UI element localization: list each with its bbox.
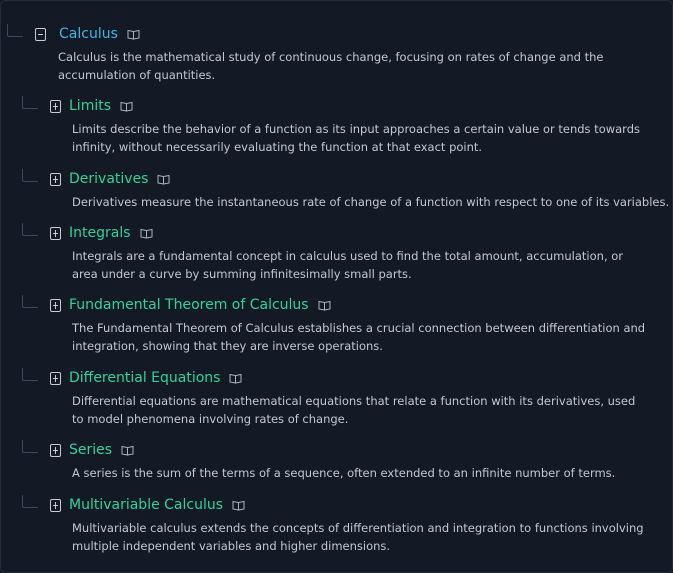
- tree-connector: [22, 439, 38, 453]
- node-description: A series is the sum of the terms of a se…: [72, 466, 616, 480]
- node-title[interactable]: Series: [69, 442, 112, 458]
- tree-node-calculus: Calculus Calculus is the mathematical st…: [7, 23, 647, 84]
- tree-connector: [7, 23, 23, 37]
- node-description: Differential equations are mathematical …: [72, 394, 636, 426]
- tree-connector: [22, 494, 38, 508]
- expand-icon[interactable]: [50, 443, 61, 457]
- expand-icon[interactable]: [50, 498, 61, 512]
- expand-icon[interactable]: [50, 298, 61, 312]
- tree-panel: Calculus Calculus is the mathematical st…: [0, 0, 673, 573]
- node-description: Calculus is the mathematical study of co…: [58, 50, 604, 82]
- tree-node-series: Series A series is the sum of the terms …: [22, 439, 662, 482]
- node-title[interactable]: Differential Equations: [69, 370, 220, 386]
- expand-icon[interactable]: [50, 99, 61, 113]
- node-title[interactable]: Derivatives: [69, 171, 148, 187]
- open-book-icon[interactable]: [157, 174, 170, 185]
- tree-connector: [22, 222, 38, 236]
- tree-node-differential-equations: Differential Equations Differential equa…: [22, 367, 662, 428]
- node-title[interactable]: Multivariable Calculus: [69, 497, 223, 513]
- node-description: Derivatives measure the instantaneous ra…: [72, 195, 670, 209]
- node-title[interactable]: Calculus: [59, 26, 118, 42]
- tree-connector: [22, 168, 38, 182]
- tree-connector: [22, 367, 38, 381]
- open-book-icon[interactable]: [229, 373, 242, 384]
- open-book-icon[interactable]: [121, 445, 134, 456]
- node-description: Multivariable calculus extends the conce…: [72, 521, 644, 553]
- expand-icon[interactable]: [50, 226, 61, 240]
- node-description: The Fundamental Theorem of Calculus esta…: [72, 321, 646, 353]
- open-book-icon[interactable]: [318, 300, 331, 311]
- tree-node-derivatives: Derivatives Derivatives measure the inst…: [22, 168, 669, 211]
- open-book-icon[interactable]: [140, 228, 153, 239]
- node-title[interactable]: Fundamental Theorem of Calculus: [69, 297, 309, 313]
- tree-connector: [22, 294, 38, 308]
- open-book-icon[interactable]: [120, 101, 133, 112]
- node-title[interactable]: Integrals: [69, 225, 131, 241]
- tree-connector: [22, 95, 38, 109]
- node-description: Limits describe the behavior of a functi…: [72, 122, 640, 154]
- open-book-icon[interactable]: [232, 500, 245, 511]
- tree-node-multivariable-calculus: Multivariable Calculus Multivariable cal…: [22, 494, 662, 555]
- expand-icon[interactable]: [50, 172, 61, 186]
- tree-node-fundamental-theorem: Fundamental Theorem of Calculus The Fund…: [22, 294, 662, 355]
- expand-icon[interactable]: [50, 371, 61, 385]
- collapse-icon[interactable]: [35, 27, 46, 41]
- open-book-icon[interactable]: [127, 29, 140, 40]
- node-description: Integrals are a fundamental concept in c…: [72, 249, 624, 281]
- tree-node-integrals: Integrals Integrals are a fundamental co…: [22, 222, 662, 283]
- tree-node-limits: Limits Limits describe the behavior of a…: [22, 95, 662, 156]
- node-title[interactable]: Limits: [69, 98, 111, 114]
